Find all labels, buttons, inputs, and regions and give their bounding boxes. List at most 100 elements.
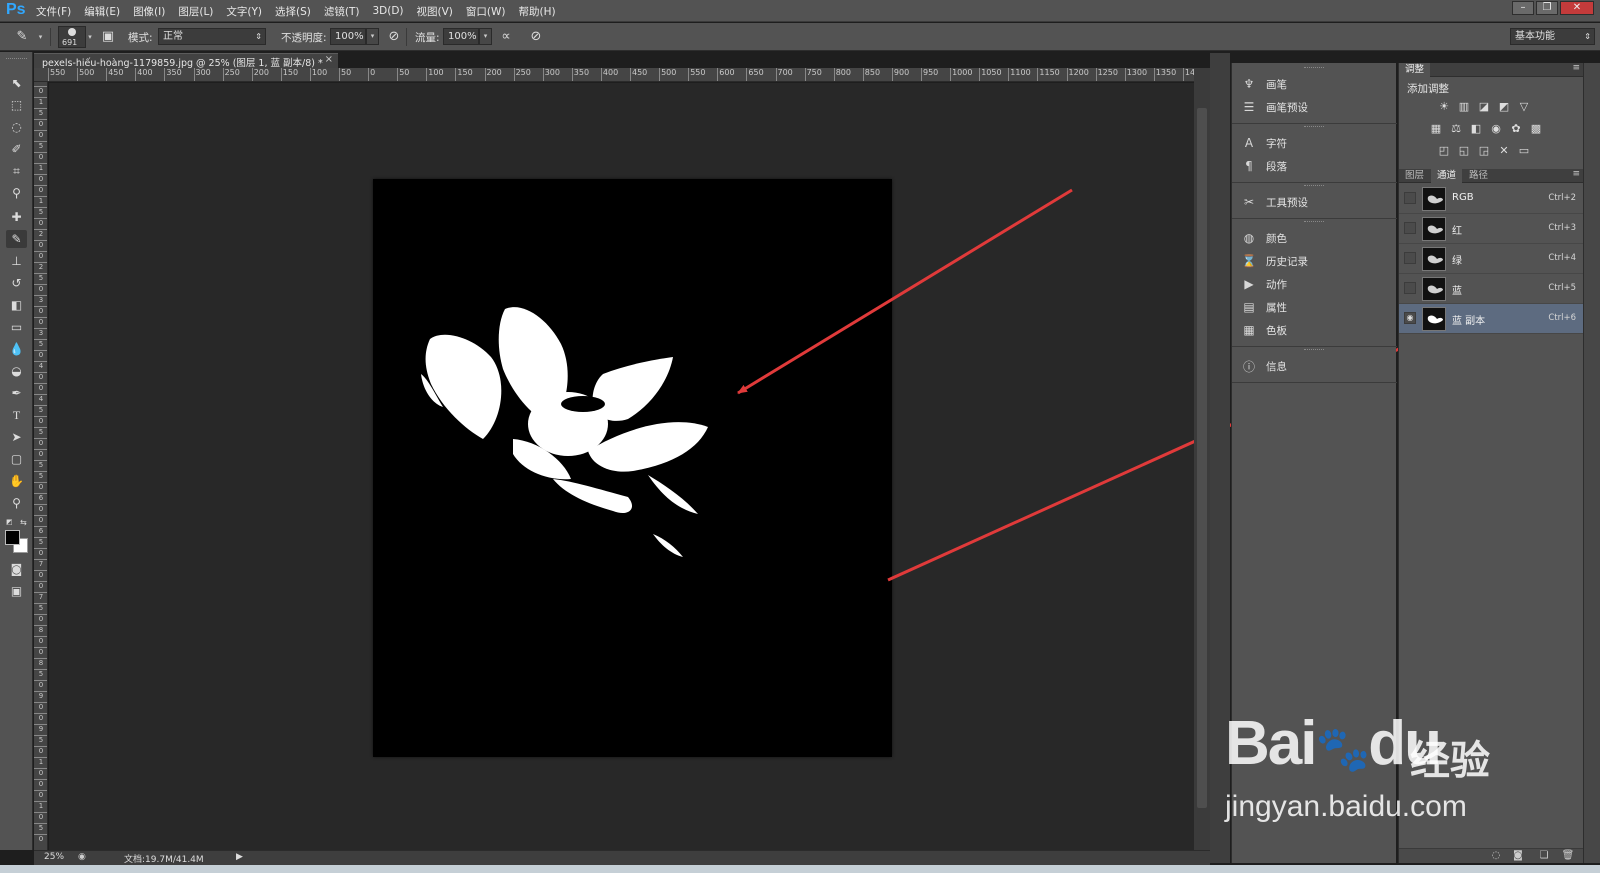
status-menu-arrow-icon[interactable]: ▶ xyxy=(236,852,243,862)
channel-shortcut: Ctrl+6 xyxy=(1548,313,1576,323)
panel-button-swatches[interactable]: ▦ 色板 xyxy=(1240,319,1287,341)
adjustment-button-icon[interactable]: ◧ xyxy=(1469,122,1483,136)
channel-shortcut: Ctrl+5 xyxy=(1548,283,1576,293)
panel-group-grip[interactable] xyxy=(1304,185,1324,187)
channel-thumbnail xyxy=(1422,187,1446,211)
panel-button-label: 段落 xyxy=(1266,160,1287,173)
channel-thumbnail xyxy=(1422,307,1446,331)
panel-button-character[interactable]: A 字符 xyxy=(1240,132,1287,154)
visibility-eye-icon[interactable] xyxy=(1404,252,1416,264)
adjustment-button-icon[interactable]: ◱ xyxy=(1457,144,1471,158)
channel-name: 绿 xyxy=(1452,256,1462,267)
channel-row[interactable]: ◉ 蓝 副本 Ctrl+6 xyxy=(1399,304,1584,334)
tab-channels[interactable]: 通道 xyxy=(1431,169,1463,183)
panel-button-label: 工具预设 xyxy=(1266,196,1308,209)
channel-name: RGB xyxy=(1452,192,1474,203)
channel-shortcut: Ctrl+3 xyxy=(1548,223,1576,233)
adjustment-button-icon[interactable]: ◉ xyxy=(1489,122,1503,136)
status-bar: 25% ◉ 文档:19.7M/41.4M ▶ xyxy=(34,850,1210,865)
tab-adjustments[interactable]: 调整 xyxy=(1399,63,1431,77)
adjustment-button-icon[interactable]: ◰ xyxy=(1437,144,1451,158)
watermark-url: jingyan.baidu.com xyxy=(1225,790,1467,823)
scrollbar-thumb[interactable] xyxy=(1197,108,1207,808)
panel-menu-icon[interactable]: ≡ xyxy=(1572,63,1580,73)
baidu-watermark: Bai🐾du 经验 jingyan.baidu.com xyxy=(1225,700,1525,840)
status-info-icon[interactable]: ◉ xyxy=(78,852,86,862)
channel-thumbnail xyxy=(1422,217,1446,241)
panel-button-label: 历史记录 xyxy=(1266,255,1308,268)
panel-button-tool-presets[interactable]: ✂ 工具预设 xyxy=(1240,191,1308,213)
panel-button-label: 颜色 xyxy=(1266,232,1287,245)
adjustment-button-icon[interactable]: ◪ xyxy=(1477,100,1491,114)
watermark-brand: Bai🐾du xyxy=(1225,708,1442,779)
brush-icon: ♆ xyxy=(1243,77,1255,91)
panel-button-label: 动作 xyxy=(1266,278,1287,291)
brush-presets-icon: ☰ xyxy=(1243,100,1255,114)
channel-shortcut: Ctrl+4 xyxy=(1548,253,1576,263)
properties-icon: ▤ xyxy=(1243,300,1255,314)
panel-button-label: 属性 xyxy=(1266,301,1287,314)
adjustment-button-icon[interactable]: ⚖ xyxy=(1449,122,1463,136)
watermark-product: 经验 xyxy=(1410,738,1490,784)
load-channel-selection-icon[interactable]: ◌ xyxy=(1489,850,1503,861)
panel-scrollbar[interactable] xyxy=(1583,63,1600,863)
visibility-eye-icon[interactable] xyxy=(1404,222,1416,234)
channel-row[interactable]: 红 Ctrl+3 xyxy=(1399,214,1584,244)
panel-button-brush-presets[interactable]: ☰ 画笔预设 xyxy=(1240,96,1308,118)
swatches-icon: ▦ xyxy=(1243,323,1255,337)
panel-group-divider xyxy=(1232,182,1397,183)
panel-button-paragraph[interactable]: ¶ 段落 xyxy=(1240,155,1287,177)
channel-row[interactable]: RGB Ctrl+2 xyxy=(1399,184,1584,214)
adjustment-button-icon[interactable]: ▽ xyxy=(1517,100,1531,114)
channel-row[interactable]: 蓝 Ctrl+5 xyxy=(1399,274,1584,304)
panel-group-grip[interactable] xyxy=(1304,221,1324,223)
panel-button-brush[interactable]: ♆ 画笔 xyxy=(1240,73,1287,95)
adjustments-subtitle: 添加调整 xyxy=(1407,83,1449,95)
tab-paths[interactable]: 路径 xyxy=(1463,169,1494,183)
panel-button-label: 字符 xyxy=(1266,137,1287,150)
panel-button-history[interactable]: ⌛ 历史记录 xyxy=(1240,250,1308,272)
new-channel-icon[interactable]: ❏ xyxy=(1537,850,1551,861)
zoom-level[interactable]: 25% xyxy=(44,852,64,862)
watermark-brand-text: Bai xyxy=(1225,709,1317,778)
annotation-arrow-canvas xyxy=(737,188,1073,395)
adjustment-button-icon[interactable]: ✿ xyxy=(1509,122,1523,136)
adjustment-button-icon[interactable]: ▥ xyxy=(1457,100,1471,114)
adjustment-button-icon[interactable]: ▭ xyxy=(1517,144,1531,158)
adjustment-button-icon[interactable]: ◩ xyxy=(1497,100,1511,114)
visibility-eye-icon[interactable]: ◉ xyxy=(1404,312,1416,324)
panel-group-divider xyxy=(1232,218,1397,219)
tab-layers[interactable]: 图层 xyxy=(1399,169,1430,183)
tool-presets-icon: ✂ xyxy=(1243,195,1255,209)
actions-icon: ▶ xyxy=(1244,277,1254,291)
adjustment-button-icon[interactable]: ✕ xyxy=(1497,144,1511,158)
document-size: 文档:19.7M/41.4M xyxy=(124,855,204,865)
channel-name: 红 xyxy=(1452,226,1462,237)
character-icon: A xyxy=(1244,136,1254,150)
adjustment-button-icon[interactable]: ▦ xyxy=(1429,122,1443,136)
panel-button-color[interactable]: ◍ 颜色 xyxy=(1240,227,1287,249)
panel-button-label: 信息 xyxy=(1266,360,1287,373)
panel-button-properties[interactable]: ▤ 属性 xyxy=(1240,296,1287,318)
channel-name: 蓝 xyxy=(1452,286,1462,297)
os-taskbar xyxy=(0,865,1600,873)
visibility-eye-icon[interactable] xyxy=(1404,192,1416,204)
panel-button-actions[interactable]: ▶ 动作 xyxy=(1240,273,1287,295)
panel-menu-icon[interactable]: ≡ xyxy=(1572,169,1580,179)
info-icon: ⓘ xyxy=(1242,359,1255,374)
panel-group-grip[interactable] xyxy=(1304,349,1324,351)
channel-row[interactable]: 绿 Ctrl+4 xyxy=(1399,244,1584,274)
panel-button-label: 色板 xyxy=(1266,324,1287,337)
adjustment-button-icon[interactable]: ☀ xyxy=(1437,100,1451,114)
panel-group-grip[interactable] xyxy=(1304,126,1324,128)
panel-button-info[interactable]: ⓘ 信息 xyxy=(1240,355,1287,377)
save-selection-icon[interactable]: ◙ xyxy=(1511,850,1525,861)
canvas-scrollbar[interactable] xyxy=(1194,68,1210,850)
adjustment-button-icon[interactable]: ▩ xyxy=(1529,122,1543,136)
delete-channel-icon[interactable]: 🗑 xyxy=(1561,850,1575,861)
visibility-eye-icon[interactable] xyxy=(1404,282,1416,294)
panel-group-divider xyxy=(1232,346,1397,347)
channel-thumbnail xyxy=(1422,277,1446,301)
panel-group-grip[interactable] xyxy=(1304,67,1324,69)
adjustment-button-icon[interactable]: ◲ xyxy=(1477,144,1491,158)
